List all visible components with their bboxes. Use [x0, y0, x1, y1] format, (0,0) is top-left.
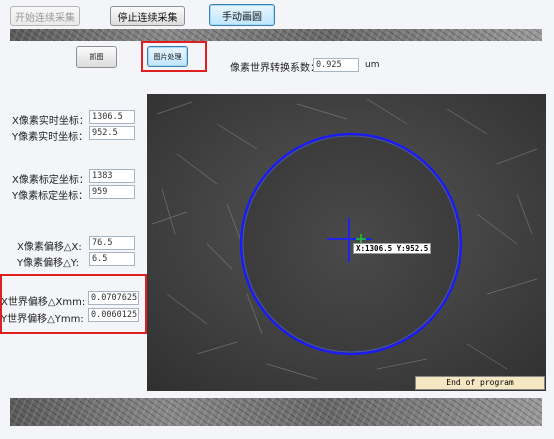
- conversion-factor-field[interactable]: 0.925: [313, 58, 359, 72]
- world-offset-x-field[interactable]: 0.0707625: [88, 291, 139, 305]
- bottom-image-strip: [10, 398, 542, 426]
- coordinate-readout: X:1306.5 Y:952.5: [353, 243, 432, 254]
- pixel-offset-y-field[interactable]: 6.5: [89, 252, 135, 266]
- realtime-y-field[interactable]: 952.5: [89, 126, 135, 140]
- camera-image: [147, 94, 546, 391]
- top-image-strip: [10, 29, 542, 41]
- calibration-x-field[interactable]: 1383: [89, 169, 135, 183]
- calibration-y-field[interactable]: 959: [89, 185, 135, 199]
- capture-button[interactable]: 抓图: [76, 46, 117, 68]
- conversion-factor-label: 像素世界转换系数：: [230, 63, 320, 74]
- start-capture-button[interactable]: 开始连续采集: [10, 6, 80, 26]
- pixel-offset-y-label: Y像素偏移△Y:: [17, 258, 79, 269]
- manual-draw-circle-button[interactable]: 手动画圆: [209, 4, 275, 26]
- pixel-offset-x-label: X像素偏移△X:: [17, 242, 82, 253]
- conversion-unit: um: [365, 60, 380, 70]
- realtime-y-label: Y像素实时坐标：: [12, 132, 89, 143]
- pixel-offset-x-field[interactable]: 76.5: [89, 236, 135, 250]
- world-offset-x-label: X世界偏移△Xmm:: [1, 297, 86, 308]
- world-offset-y-label: Y世界偏移△Ymm:: [1, 314, 84, 325]
- image-process-button[interactable]: 图片处理: [147, 46, 188, 67]
- realtime-x-label: X像素实时坐标：: [12, 116, 89, 127]
- realtime-x-field[interactable]: 1306.5: [89, 110, 135, 124]
- image-viewer[interactable]: X:1306.5 Y:952.5 End of program: [147, 94, 546, 391]
- program-status: End of program: [415, 376, 545, 390]
- stop-capture-button[interactable]: 停止连续采集: [110, 6, 185, 26]
- calibration-x-label: X像素标定坐标：: [12, 175, 89, 186]
- calibration-y-label: Y像素标定坐标：: [12, 191, 89, 202]
- world-offset-y-field[interactable]: 0.0060125: [88, 308, 139, 322]
